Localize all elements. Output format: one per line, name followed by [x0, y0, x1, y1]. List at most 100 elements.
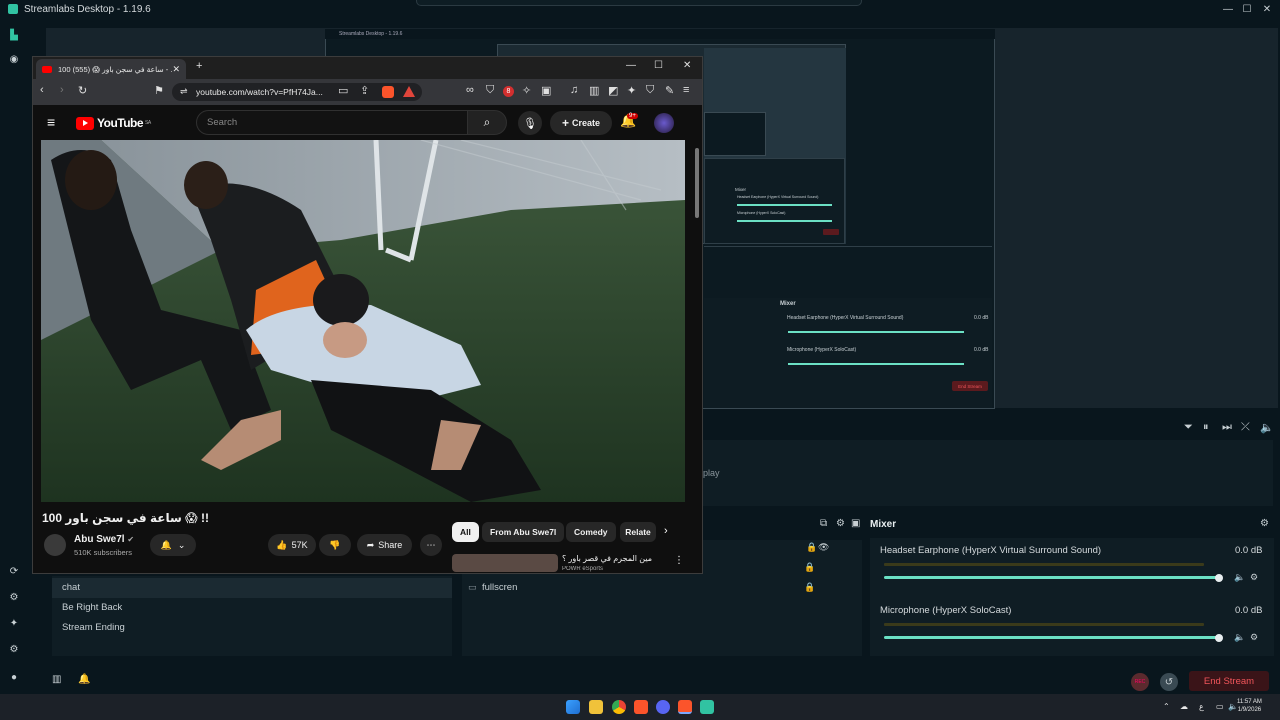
file-explorer-icon[interactable] — [589, 700, 603, 714]
music-icon[interactable]: ♫ — [570, 84, 578, 96]
highlighter-icon[interactable]: ✦ — [7, 616, 21, 630]
source-item[interactable]: fullscren — [482, 582, 517, 593]
streamlabs-icon[interactable] — [700, 700, 714, 714]
visibility-icon[interactable]: 👁 — [818, 542, 829, 553]
brave-icon[interactable] — [634, 700, 648, 714]
profile-icon[interactable]: ● — [7, 670, 21, 684]
screenshot-icon[interactable]: ▣ — [541, 84, 551, 97]
volume-slider-knob[interactable] — [1215, 634, 1223, 642]
brave-active-icon[interactable] — [678, 700, 692, 714]
speaker-icon[interactable]: 🔈 — [1234, 632, 1245, 643]
draw-icon[interactable]: ✎ — [665, 84, 674, 97]
next-icon[interactable]: ⏭ — [1222, 421, 1232, 434]
mixer-settings-icon[interactable]: ⚙ — [1260, 518, 1269, 529]
lock-icon[interactable]: 🔒 — [804, 562, 815, 573]
new-tab-button[interactable]: + — [196, 60, 202, 72]
forward-icon[interactable]: › — [60, 84, 64, 96]
youtube-logo[interactable]: YouTube SA — [76, 116, 151, 130]
extension-icon[interactable]: ∞ — [466, 84, 474, 96]
filter-icon[interactable]: ⏷ — [1184, 421, 1193, 434]
studio-mode-icon[interactable]: ⟳ — [7, 564, 21, 578]
volume-slider[interactable] — [884, 636, 1219, 639]
voice-search-icon[interactable]: 🎙 — [518, 111, 542, 135]
scene-item[interactable]: Be Right Back — [52, 598, 452, 618]
system-clock[interactable]: 11:57 AM 1/9/2026 — [1237, 698, 1262, 714]
share-button[interactable]: ➦ Share — [357, 534, 412, 556]
related-thumbnail[interactable] — [452, 554, 558, 572]
subscribe-bell-button[interactable]: 🔔 ⌄ — [150, 534, 196, 556]
extension-badge-icon[interactable]: 8 — [503, 86, 514, 97]
volume-slider-knob[interactable] — [1215, 574, 1223, 582]
browser-close-icon[interactable]: ✕ — [683, 60, 691, 71]
shield-icon[interactable]: ⛉ — [486, 84, 494, 97]
scene-item[interactable]: Stream Ending — [52, 618, 452, 638]
video-player[interactable] — [41, 140, 685, 502]
speaker-icon[interactable]: 🔈 — [1234, 572, 1245, 583]
maximize-icon[interactable]: ☐ — [1236, 0, 1258, 18]
chip-comedy[interactable]: Comedy — [566, 522, 616, 542]
close-icon[interactable]: ✕ — [1256, 0, 1278, 18]
puzzle-icon[interactable]: ✧ — [522, 84, 531, 97]
scrollbar-thumb[interactable] — [695, 148, 699, 218]
record-button[interactable]: REC — [1131, 673, 1149, 691]
chip-from-channel[interactable]: From Abu Swe7l — [482, 522, 565, 542]
bookmark-icon[interactable]: ⚑ — [154, 84, 164, 97]
lock-icon[interactable]: 🔒 — [804, 582, 815, 593]
more-actions-icon[interactable]: ⋯ — [420, 534, 442, 556]
site-info-icon[interactable]: ⇌ — [180, 86, 188, 97]
channel-name[interactable]: Abu Swe7l ✔ — [74, 534, 134, 545]
tab-close-icon[interactable]: ✕ — [172, 64, 180, 75]
sidebar-toggle-icon[interactable]: ▥ — [589, 84, 599, 97]
related-title[interactable]: مين المجرم في قصر باور ؟ — [562, 554, 652, 563]
share-page-icon[interactable]: ⇪ — [360, 84, 369, 97]
create-button[interactable]: + Create — [550, 111, 612, 135]
network-icon[interactable]: ▭ — [1216, 702, 1224, 711]
chrome-icon[interactable] — [612, 700, 626, 714]
editor-icon[interactable]: ▙ — [7, 28, 21, 42]
wallet-icon[interactable]: ◩ — [608, 84, 618, 97]
add-scene-icon[interactable]: ⧉ — [820, 518, 827, 529]
windows-start-icon[interactable] — [566, 700, 580, 714]
lock-icon[interactable]: 🔒 — [806, 542, 817, 553]
channel-avatar[interactable] — [44, 534, 66, 556]
folder-icon[interactable]: ▣ — [851, 518, 860, 529]
chip-all[interactable]: All — [452, 522, 479, 542]
dislike-button[interactable]: 👎 — [319, 534, 351, 556]
chips-next-icon[interactable]: › — [664, 525, 668, 537]
scene-item[interactable]: chat — [52, 578, 452, 598]
related-more-icon[interactable]: ⋮ — [674, 555, 684, 566]
leo-icon[interactable]: ✦ — [627, 84, 636, 97]
volume-icon[interactable]: 🔈 — [1260, 421, 1274, 434]
cloud-icon[interactable]: ☁ — [1180, 702, 1188, 711]
tray-chevron-icon[interactable]: ⌃ — [1163, 702, 1170, 711]
stats-icon[interactable]: ▥ — [52, 674, 61, 685]
brave-shield-icon[interactable] — [382, 86, 394, 98]
reload-icon[interactable]: ↻ — [78, 84, 87, 97]
search-input[interactable]: Search — [196, 110, 468, 135]
themes-icon[interactable]: ◉ — [7, 52, 21, 66]
keyboard-language[interactable]: ع — [1199, 702, 1204, 711]
hamburger-menu-icon[interactable]: ≡ — [47, 114, 55, 130]
account-avatar[interactable] — [654, 113, 674, 133]
back-icon[interactable]: ‹ — [40, 84, 44, 96]
volume-slider[interactable] — [884, 576, 1219, 579]
audio-settings-icon[interactable]: ⚙ — [836, 518, 845, 529]
end-stream-button[interactable]: End Stream — [1189, 671, 1269, 691]
pause-icon[interactable]: ⏸ — [1203, 421, 1209, 434]
channel-settings-icon[interactable]: ⚙ — [1250, 572, 1258, 583]
replay-buffer-icon[interactable]: ↺ — [1160, 673, 1178, 691]
search-button[interactable]: ⌕ — [467, 110, 507, 135]
like-button[interactable]: 👍 57K — [268, 534, 316, 556]
mute-all-icon[interactable]: ⤫ — [1241, 421, 1250, 434]
browser-tab[interactable]: 100 ساعة في سجن باور 😱 (555) - ... ✕ — [36, 59, 186, 79]
settings-icon[interactable]: ⚙ — [7, 642, 21, 656]
channel-settings-icon[interactable]: ⚙ — [1250, 632, 1258, 643]
menu-icon[interactable]: ≡ — [683, 84, 689, 96]
vpn-icon[interactable]: ⛉ — [646, 84, 654, 97]
cast-icon[interactable]: ▭ — [338, 84, 348, 97]
chip-related[interactable]: Relate — [620, 522, 656, 542]
browser-minimize-icon[interactable]: — — [626, 60, 636, 71]
layout-icon[interactable]: ⚙ — [7, 590, 21, 604]
browser-maximize-icon[interactable]: ☐ — [654, 60, 663, 71]
brave-rewards-icon[interactable] — [403, 86, 415, 97]
